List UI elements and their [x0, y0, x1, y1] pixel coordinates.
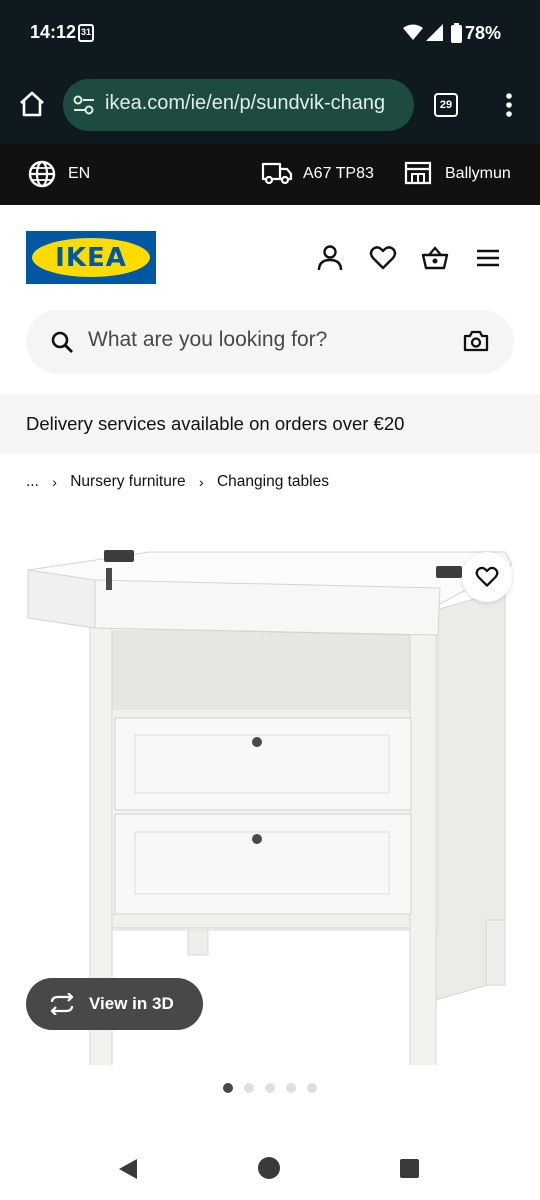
heart-icon: [475, 566, 499, 587]
wifi-icon: [403, 24, 423, 40]
basket-icon[interactable]: [421, 244, 449, 272]
menu-icon[interactable]: [474, 244, 502, 272]
truck-icon[interactable]: [261, 161, 293, 185]
home-icon[interactable]: [18, 90, 46, 118]
carousel-dot[interactable]: [286, 1083, 296, 1093]
breadcrumb-separator: ›: [198, 474, 204, 490]
store-icon[interactable]: [404, 161, 432, 185]
battery-icon: [451, 23, 462, 43]
breadcrumb-ellipsis[interactable]: ...: [26, 473, 39, 491]
breadcrumb-changing-tables[interactable]: Changing tables: [217, 473, 329, 491]
more-vert-icon[interactable]: [500, 92, 518, 118]
rotate-3d-icon: [50, 993, 74, 1015]
store-bar: EN A67 TP83 Ballymun: [0, 144, 540, 205]
breadcrumb-separator: ›: [52, 474, 57, 490]
carousel-dot[interactable]: [223, 1083, 233, 1093]
system-nav-bar: [0, 1130, 540, 1200]
search-input[interactable]: [88, 328, 448, 352]
ikea-logo[interactable]: IKEA: [26, 231, 156, 284]
delivery-banner[interactable]: Delivery services available on orders ov…: [0, 394, 540, 454]
carousel-dot[interactable]: [244, 1083, 254, 1093]
carousel-dot[interactable]: [307, 1083, 317, 1093]
breadcrumb: ... › Nursery furniture › Changing table…: [26, 473, 329, 491]
signal-icon: [426, 24, 443, 41]
calendar-icon: 31: [78, 24, 94, 42]
battery-percent: 78%: [465, 23, 502, 43]
url-text: ikea.com/ie/en/p/sundvik-chang: [105, 92, 386, 114]
delivery-postcode[interactable]: A67 TP83: [303, 165, 374, 183]
banner-text: Delivery services available on orders ov…: [26, 413, 405, 434]
browser-toolbar: ikea.com/ie/en/p/sundvik-chang 29: [0, 66, 540, 144]
breadcrumb-nursery-furniture[interactable]: Nursery furniture: [70, 473, 185, 491]
carousel-dot[interactable]: [265, 1083, 275, 1093]
status-time: 14:12: [30, 22, 77, 42]
add-to-favourites-button[interactable]: [462, 552, 512, 602]
search-bar: [26, 310, 514, 374]
language-selector[interactable]: EN: [68, 165, 90, 183]
status-bar: 14:12 31 78%: [0, 0, 540, 66]
view-in-3d-button[interactable]: View in 3D: [26, 978, 203, 1030]
back-icon[interactable]: [118, 1158, 138, 1180]
user-icon[interactable]: [316, 244, 344, 272]
heart-icon[interactable]: [369, 244, 397, 272]
logo-text: IKEA: [55, 243, 127, 273]
view-in-3d-label: View in 3D: [89, 994, 174, 1013]
search-icon[interactable]: [50, 330, 74, 354]
tune-icon[interactable]: [73, 95, 95, 115]
store-selector[interactable]: Ballymun: [445, 165, 511, 183]
recents-icon[interactable]: [400, 1159, 419, 1178]
tabs-icon[interactable]: 29: [434, 93, 458, 117]
image-carousel-dots: [223, 1080, 328, 1093]
url-bar[interactable]: ikea.com/ie/en/p/sundvik-chang: [63, 79, 414, 131]
home-icon[interactable]: [258, 1157, 280, 1179]
globe-icon[interactable]: [28, 160, 56, 188]
camera-icon[interactable]: [463, 329, 489, 353]
